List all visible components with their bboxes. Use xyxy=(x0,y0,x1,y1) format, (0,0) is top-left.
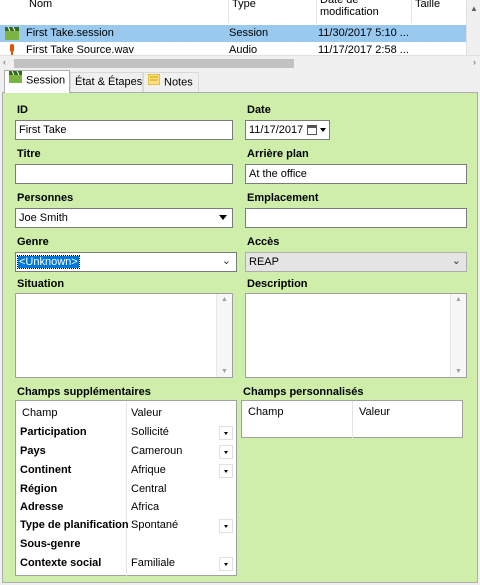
file-list-header: Nom Type Date de modification Taille xyxy=(0,0,466,25)
session-panel: ID First Take Date 11/17/2017 Titre Arri… xyxy=(2,92,478,583)
custom-fields-grid[interactable]: Champ Valeur xyxy=(241,400,463,439)
dropdown-icon[interactable] xyxy=(219,445,233,459)
file-row[interactable]: First Take.session Session 11/30/2017 5:… xyxy=(0,25,466,42)
scroll-up-icon[interactable]: ▲ xyxy=(221,296,228,303)
chevron-down-icon[interactable] xyxy=(219,215,227,220)
description-label: Description xyxy=(247,278,308,290)
scroll-up-icon[interactable]: ▲ xyxy=(470,4,478,13)
background-label: Arrière plan xyxy=(247,148,309,160)
location-field[interactable] xyxy=(245,208,467,228)
session-icon xyxy=(5,26,19,43)
table-row[interactable]: Adresse Africa xyxy=(16,498,236,517)
custom-fields-label: Champs personnalisés xyxy=(243,386,364,398)
scroll-down-icon[interactable]: ▼ xyxy=(455,368,462,375)
column-header-date[interactable]: Date de modification xyxy=(316,0,411,24)
column-header-value[interactable]: Valeur xyxy=(359,406,390,418)
tab-label: Session xyxy=(26,74,66,87)
column-header-type[interactable]: Type xyxy=(228,0,316,23)
id-label: ID xyxy=(17,104,28,116)
field-value[interactable]: Spontané xyxy=(131,519,178,531)
column-header-field[interactable]: Champ xyxy=(248,406,283,418)
tab-label: Notes xyxy=(164,76,193,89)
id-field[interactable]: First Take xyxy=(15,120,233,140)
location-label: Emplacement xyxy=(247,192,319,204)
field-value[interactable]: Afrique xyxy=(131,464,166,476)
field-value[interactable]: Cameroun xyxy=(131,445,182,457)
access-label: Accès xyxy=(247,236,280,248)
description-textarea[interactable]: ▲ ▼ xyxy=(245,293,467,378)
extra-fields-label: Champs supplémentaires xyxy=(17,386,151,398)
tab-notes[interactable]: Notes xyxy=(143,72,199,93)
scroll-up-icon[interactable]: ▲ xyxy=(455,296,462,303)
situation-scrollbar[interactable]: ▲ ▼ xyxy=(216,294,232,377)
scroll-right-icon[interactable]: › xyxy=(473,57,476,67)
column-header-name[interactable]: Nom xyxy=(26,0,228,23)
scroll-left-icon[interactable]: ‹ xyxy=(3,57,6,67)
situation-textarea[interactable]: ▲ ▼ xyxy=(15,293,233,378)
scroll-down-icon[interactable]: ▼ xyxy=(221,368,228,375)
tab-bar: Session État & Étapes Notes xyxy=(0,70,480,93)
column-header-value[interactable]: Valeur xyxy=(131,407,162,419)
file-type: Session xyxy=(229,27,269,39)
table-row[interactable]: Sous-genre xyxy=(16,535,236,554)
extra-fields-grid[interactable]: Champ Valeur Participation Sollicité Pay… xyxy=(15,400,237,577)
file-list-vertical-scrollbar[interactable]: ▲ xyxy=(466,0,480,55)
date-label: Date xyxy=(247,104,271,116)
file-date: 11/30/2017 5:10 ... xyxy=(318,27,409,39)
field-value[interactable]: Familiale xyxy=(131,557,175,569)
genre-value: <Unknown> xyxy=(17,255,80,269)
calendar-icon[interactable] xyxy=(307,124,317,139)
chevron-down-icon[interactable]: ⌄ xyxy=(222,254,231,268)
people-combobox[interactable]: Joe Smith xyxy=(15,208,233,228)
tab-session[interactable]: Session xyxy=(4,70,70,93)
people-label: Personnes xyxy=(17,192,74,204)
column-divider xyxy=(352,401,353,439)
people-value: Joe Smith xyxy=(19,212,68,224)
field-name: Contexte social xyxy=(20,557,102,569)
field-name: Type de planification xyxy=(20,519,129,531)
table-row[interactable]: Région Central xyxy=(16,480,236,499)
field-name: Participation xyxy=(20,426,87,438)
access-select[interactable]: REAP ⌄ xyxy=(245,252,467,272)
file-name: First Take.session xyxy=(26,27,114,39)
field-name: Pays xyxy=(20,445,46,457)
field-value[interactable]: Central xyxy=(131,483,166,495)
file-list[interactable]: Nom Type Date de modification Taille Fir… xyxy=(0,0,480,70)
title-label: Titre xyxy=(17,148,41,160)
date-value: 11/17/2017 xyxy=(249,124,304,136)
session-icon xyxy=(9,70,22,90)
dropdown-icon[interactable] xyxy=(219,557,233,571)
field-value[interactable]: Sollicité xyxy=(131,426,169,438)
dropdown-icon[interactable] xyxy=(219,426,233,440)
genre-label: Genre xyxy=(17,236,49,248)
chevron-down-icon[interactable]: ⌄ xyxy=(452,254,461,268)
genre-select[interactable]: <Unknown> ⌄ xyxy=(15,252,237,272)
tab-label: État & Étapes xyxy=(75,76,143,88)
column-header-size[interactable]: Taille xyxy=(411,0,466,23)
title-field[interactable] xyxy=(15,164,233,184)
field-name: Sous-genre xyxy=(20,538,81,550)
table-row[interactable]: Participation Sollicité xyxy=(16,423,236,442)
tab-etat-etapes[interactable]: État & Étapes xyxy=(70,72,143,93)
table-row[interactable]: Contexte social Familiale xyxy=(16,554,236,573)
field-name: Région xyxy=(20,483,58,495)
scrollbar-thumb[interactable] xyxy=(14,59,294,68)
notes-icon xyxy=(147,73,161,92)
dropdown-icon[interactable] xyxy=(219,519,233,533)
background-field[interactable]: At the office xyxy=(245,164,467,184)
date-picker[interactable]: 11/17/2017 xyxy=(245,120,330,140)
date-dropdown-icon[interactable] xyxy=(320,128,326,132)
file-list-horizontal-scrollbar[interactable]: ‹ › xyxy=(0,55,480,70)
table-row[interactable]: Pays Cameroun xyxy=(16,442,236,461)
field-name: Continent xyxy=(20,464,72,476)
description-scrollbar[interactable]: ▲ ▼ xyxy=(450,294,466,377)
access-value: REAP xyxy=(249,256,279,268)
field-name: Adresse xyxy=(20,501,64,513)
table-row[interactable]: Type de planification Spontané xyxy=(16,516,236,535)
column-header-field[interactable]: Champ xyxy=(22,407,57,419)
table-row[interactable]: Continent Afrique xyxy=(16,461,236,480)
situation-label: Situation xyxy=(17,278,65,290)
dropdown-icon[interactable] xyxy=(219,464,233,478)
field-value[interactable]: Africa xyxy=(131,501,159,513)
